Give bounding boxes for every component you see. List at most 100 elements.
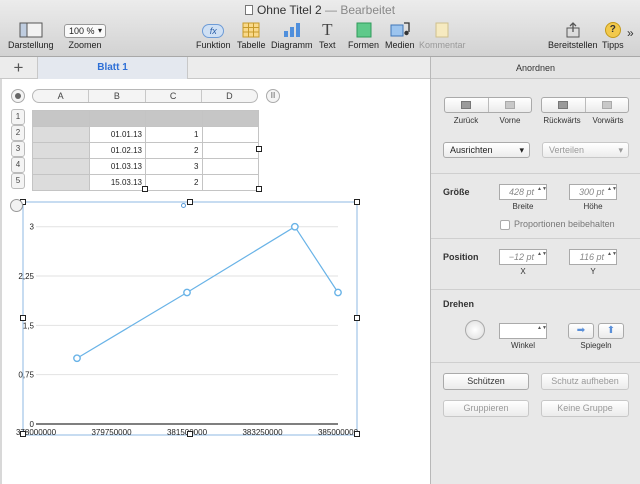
row-header-5[interactable]: 5 bbox=[11, 173, 25, 189]
flip-horizontal-button[interactable]: ➡ bbox=[568, 323, 594, 339]
table-cell[interactable] bbox=[32, 126, 90, 143]
tab-blatt-1[interactable]: Blatt 1 bbox=[38, 57, 188, 79]
chart-resize-handle[interactable] bbox=[20, 431, 26, 437]
medien-button[interactable]: Medien bbox=[385, 22, 415, 50]
vorwaerts-label: Vorwärts bbox=[592, 116, 624, 125]
chart-resize-handle[interactable] bbox=[354, 199, 360, 205]
flip-vertical-button[interactable]: ⬆ bbox=[598, 323, 624, 339]
table-cell[interactable]: 15.03.13 bbox=[88, 174, 146, 191]
verteilen-select[interactable]: Verteilen bbox=[542, 142, 629, 158]
tabelle-button[interactable]: Tabelle bbox=[237, 22, 266, 50]
table-cell[interactable]: 1 bbox=[145, 126, 203, 143]
chart-resize-handle[interactable] bbox=[20, 315, 26, 321]
chart-series-line bbox=[76, 225, 339, 359]
ausrichten-select[interactable]: Ausrichten bbox=[443, 142, 530, 158]
x-stepper-icon[interactable]: ▲▼ bbox=[537, 251, 547, 263]
step-backward-icon bbox=[558, 101, 569, 109]
row-header-1[interactable]: 1 bbox=[11, 109, 25, 125]
formen-button[interactable]: Formen bbox=[348, 22, 379, 50]
table-cell[interactable] bbox=[201, 142, 259, 159]
row-header-4[interactable]: 4 bbox=[11, 157, 25, 173]
proportionen-checkbox[interactable] bbox=[500, 220, 510, 230]
table-cell[interactable] bbox=[201, 110, 259, 127]
chart-resize-handle[interactable] bbox=[187, 199, 193, 205]
breite-stepper-icon[interactable]: ▲▼ bbox=[537, 186, 547, 198]
table-pause-handle[interactable]: II bbox=[266, 89, 280, 103]
inspector-title: Anordnen bbox=[431, 57, 640, 79]
toolbar-overflow-icon[interactable]: » bbox=[627, 26, 634, 40]
schuetzen-button[interactable]: Schützen bbox=[443, 373, 529, 390]
zoom-control[interactable]: 100 % Zoomen bbox=[64, 22, 106, 50]
winkel-field[interactable]: ▲▼ bbox=[499, 323, 547, 339]
table-cell[interactable] bbox=[32, 174, 90, 191]
chart-data-point[interactable] bbox=[290, 222, 299, 231]
breite-field[interactable]: 428 pt ▲▼ bbox=[499, 184, 547, 200]
y-field[interactable]: 116 pt ▲▼ bbox=[569, 249, 617, 265]
y-stepper-icon[interactable]: ▲▼ bbox=[607, 251, 617, 263]
table-select-handle[interactable] bbox=[11, 89, 25, 103]
zoom-label: Zoomen bbox=[68, 40, 102, 50]
row-header-3[interactable]: 3 bbox=[11, 141, 25, 157]
kommentar-button[interactable]: Kommentar bbox=[419, 22, 466, 50]
winkel-stepper-icon[interactable]: ▲▼ bbox=[537, 325, 547, 337]
keine-gruppe-button[interactable]: Keine Gruppe bbox=[541, 400, 629, 417]
table-cell[interactable] bbox=[88, 110, 146, 127]
column-header-d[interactable]: D bbox=[202, 90, 257, 102]
column-header-b[interactable]: B bbox=[89, 90, 146, 102]
table-cell[interactable] bbox=[201, 174, 259, 191]
table-cell[interactable]: 01.03.13 bbox=[88, 158, 146, 175]
table-cell[interactable]: 2 bbox=[145, 142, 203, 159]
zoom-popup[interactable]: 100 % bbox=[64, 24, 106, 38]
column-header-a[interactable]: A bbox=[33, 90, 90, 102]
column-header-c[interactable]: C bbox=[146, 90, 202, 102]
table-cell[interactable] bbox=[201, 158, 259, 175]
hoehe-label: Höhe bbox=[583, 202, 603, 211]
chart-resize-handle[interactable] bbox=[187, 431, 193, 437]
table-cell[interactable]: 2 bbox=[145, 174, 203, 191]
tipps-button[interactable]: ? Tipps bbox=[602, 22, 624, 50]
hoehe-field[interactable]: 300 pt ▲▼ bbox=[569, 184, 617, 200]
row-header-2[interactable]: 2 bbox=[11, 125, 25, 141]
window-status: — Bearbeitet bbox=[325, 3, 396, 17]
gruppieren-button[interactable]: Gruppieren bbox=[443, 400, 529, 417]
chart-edit-data-handle[interactable] bbox=[10, 199, 23, 212]
window-title-text: Ohne Titel 2 bbox=[256, 3, 322, 17]
funktion-button[interactable]: fx Funktion bbox=[196, 22, 231, 50]
bereitstellen-label: Bereitstellen bbox=[548, 40, 598, 50]
table-cell[interactable] bbox=[32, 110, 90, 127]
diagramm-button[interactable]: Diagramm bbox=[271, 22, 313, 50]
chart-data-point[interactable] bbox=[73, 354, 81, 363]
table-cell[interactable] bbox=[32, 142, 90, 159]
vorne-button[interactable] bbox=[489, 98, 532, 112]
chart-resize-handle[interactable] bbox=[354, 431, 360, 437]
table-cell[interactable]: 01.02.13 bbox=[88, 142, 146, 159]
bereitstellen-button[interactable]: Bereitstellen bbox=[548, 22, 598, 50]
chart-data-point[interactable] bbox=[334, 288, 342, 297]
table-resize-handle[interactable] bbox=[142, 186, 148, 192]
rueckwaerts-button[interactable] bbox=[542, 98, 586, 112]
table-cell[interactable] bbox=[32, 158, 90, 175]
chart-data-point[interactable] bbox=[183, 288, 191, 297]
add-sheet-button[interactable]: + bbox=[0, 57, 38, 79]
text-button[interactable]: T Text bbox=[319, 21, 336, 50]
schutz-aufheben-button[interactable]: Schutz aufheben bbox=[541, 373, 629, 390]
vorwaerts-button[interactable] bbox=[586, 98, 629, 112]
table-cell[interactable] bbox=[201, 126, 259, 143]
x-tick-label: 383250000 bbox=[242, 428, 283, 437]
table-cell[interactable] bbox=[145, 110, 203, 127]
rotation-knob[interactable] bbox=[465, 320, 485, 340]
table-cell[interactable]: 3 bbox=[145, 158, 203, 175]
hoehe-stepper-icon[interactable]: ▲▼ bbox=[607, 186, 617, 198]
table-resize-handle[interactable] bbox=[256, 146, 262, 152]
table-cell[interactable]: 01.01.13 bbox=[88, 126, 146, 143]
zurueck-button[interactable] bbox=[445, 98, 489, 112]
darstellung-button[interactable]: Darstellung bbox=[8, 22, 54, 50]
table-resize-handle[interactable] bbox=[256, 186, 262, 192]
chart-resize-handle[interactable] bbox=[354, 315, 360, 321]
chart-y-axis: 00,751,52,253 bbox=[18, 223, 34, 429]
breite-value: 428 pt bbox=[508, 187, 534, 197]
function-icon: fx bbox=[202, 24, 225, 38]
chart-rotation-handle[interactable] bbox=[181, 203, 186, 208]
hoehe-value: 300 pt bbox=[578, 187, 604, 197]
x-field[interactable]: −12 pt ▲▼ bbox=[499, 249, 547, 265]
